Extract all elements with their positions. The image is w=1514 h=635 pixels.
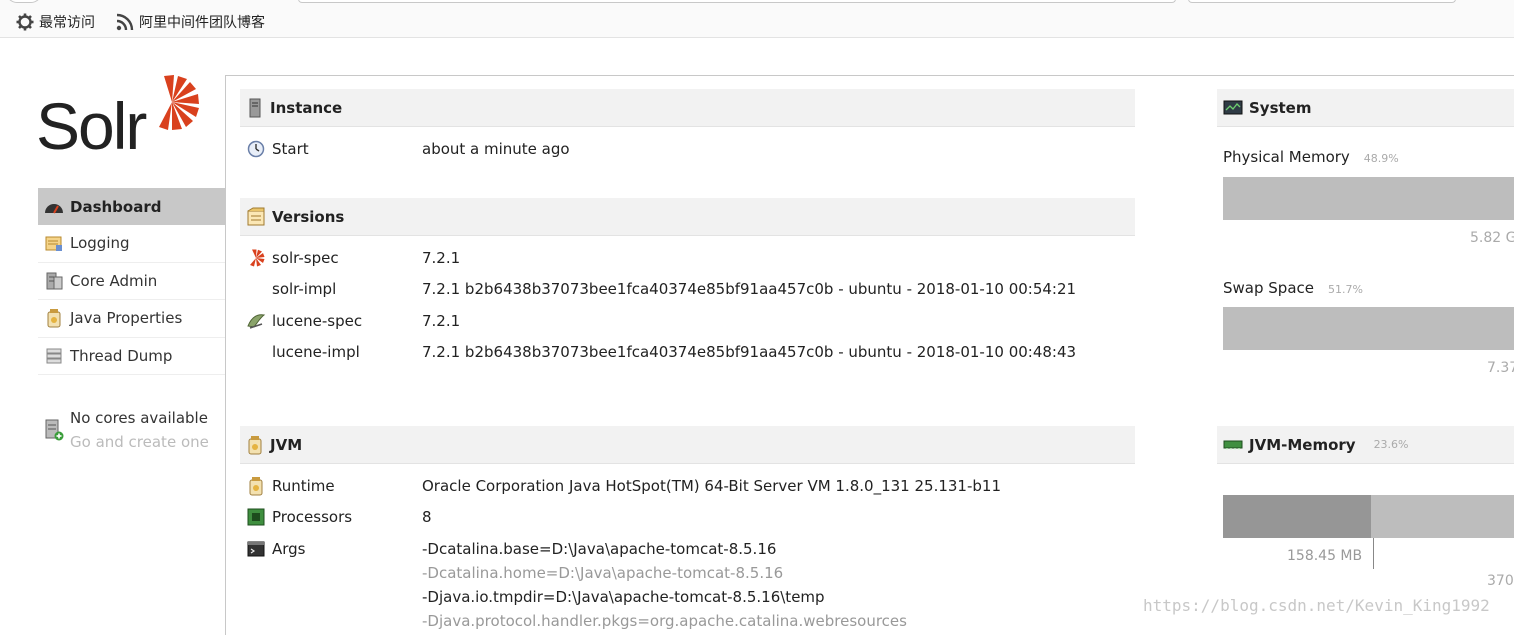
physical-memory-total: 5.82 G (1470, 230, 1514, 246)
start-label: Start (272, 140, 309, 158)
physical-memory-percent: 48.9% (1363, 152, 1399, 165)
server-icon (246, 98, 264, 118)
search-bar-stub[interactable] (1188, 0, 1456, 3)
version-row: solr-spec 7.2.1 (246, 246, 460, 270)
logo-text: Solr (36, 89, 147, 163)
bookmark-ali-blog[interactable]: 阿里中间件团队博客 (116, 12, 265, 32)
lucene-icon (246, 311, 266, 331)
jvm-memory-used: 158.45 MB (1287, 548, 1363, 564)
java-properties-icon (44, 308, 64, 328)
solr-logo[interactable]: Solr (36, 74, 206, 163)
version-value: 7.2.1 (422, 249, 461, 267)
no-cores-title: No cores available (70, 409, 208, 427)
versions-icon (246, 207, 266, 227)
monitor-icon (1223, 100, 1243, 116)
sidebar-item-label: Core Admin (70, 271, 158, 290)
instance-header: Instance (240, 89, 1135, 127)
no-cores-notice: No cores available Go and create one (44, 406, 209, 454)
start-value: about a minute ago (422, 140, 570, 158)
sidebar-item-label: Java Properties (70, 309, 183, 328)
bookmark-label: 阿里中间件团队博客 (139, 15, 265, 31)
jvm-memory-percent: 23.6% (1373, 438, 1409, 451)
jvm-memory-bar (1223, 495, 1514, 538)
version-label: lucene-impl (272, 343, 360, 361)
bookmark-most-visited[interactable]: 最常访问 (16, 12, 95, 32)
terminal-icon (246, 539, 266, 559)
system-header: System (1217, 89, 1514, 127)
url-bar-stub[interactable] (298, 0, 1176, 3)
arg-row: -Djava.protocol.handler.pkgs=org.apache.… (422, 609, 907, 633)
swap-space-bar (1223, 307, 1514, 350)
swap-space-label: Swap Space 51.7% (1223, 279, 1363, 297)
version-row: lucene-spec 7.2.1 (246, 309, 460, 333)
version-label: lucene-spec (272, 312, 363, 330)
core-admin-icon (44, 271, 64, 291)
sidebar-item-label: Dashboard (70, 197, 162, 216)
arg-value: -Djava.io.tmpdir=D:\Java\apache-tomcat-8… (422, 588, 825, 606)
sidebar-item-dashboard[interactable]: Dashboard (38, 188, 225, 225)
logging-icon (44, 233, 64, 253)
jvm-runtime-row: Runtime Oracle Corporation Java HotSpot(… (246, 474, 1001, 498)
jvm-memory-total: 370 (1487, 573, 1514, 589)
sidebar-item-logging[interactable]: Logging (38, 225, 225, 263)
dashboard-icon (44, 197, 64, 217)
versions-title: Versions (272, 207, 345, 226)
version-label: solr-spec (272, 249, 339, 267)
sidebar-nav: Dashboard Logging Core Admin Java Proper… (38, 188, 225, 375)
args-label: Args (272, 540, 306, 558)
jvm-processors-row: Processors 8 (246, 505, 432, 529)
jvm-memory-title: JVM-Memory (1249, 435, 1356, 454)
version-value: 7.2.1 (422, 312, 461, 330)
processors-label: Processors (272, 508, 353, 526)
version-row: lucene-impl 7.2.1 b2b6438b37073bee1fca40… (246, 340, 1076, 364)
arg-row: -Djava.io.tmpdir=D:\Java\apache-tomcat-8… (422, 585, 825, 609)
system-title: System (1249, 98, 1312, 117)
physical-memory-bar (1223, 177, 1514, 220)
versions-header: Versions (240, 198, 1135, 236)
processor-icon (246, 507, 266, 527)
rss-icon (116, 13, 134, 31)
sidebar-item-label: Logging (70, 234, 130, 253)
instance-start-row: Start about a minute ago (246, 137, 570, 161)
arg-row: -Dcatalina.home=D:\Java\apache-tomcat-8.… (422, 561, 783, 585)
jvm-title: JVM (270, 435, 303, 454)
version-value: 7.2.1 b2b6438b37073bee1fca40374e85bf91aa… (422, 280, 1077, 298)
runtime-value: Oracle Corporation Java HotSpot(TM) 64-B… (422, 477, 1001, 495)
create-core-link[interactable]: Go and create one (70, 430, 209, 454)
sidebar-item-thread-dump[interactable]: Thread Dump (38, 338, 225, 375)
clock-icon (246, 139, 266, 159)
watermark: https://blog.csdn.net/Kevin_King1992 (1143, 596, 1490, 615)
runtime-label: Runtime (272, 477, 335, 495)
jvm-memory-used-fill (1223, 495, 1372, 538)
bookmark-label: 最常访问 (39, 15, 95, 31)
physical-memory-label: Physical Memory 48.9% (1223, 148, 1399, 166)
jvm-memory-marker (1373, 538, 1374, 569)
arg-value: -Djava.protocol.handler.pkgs=org.apache.… (422, 612, 907, 630)
jvm-args-row: Args -Dcatalina.base=D:\Java\apache-tomc… (246, 537, 776, 561)
arg-value: -Dcatalina.home=D:\Java\apache-tomcat-8.… (422, 564, 784, 582)
swap-space-percent: 51.7% (1327, 283, 1363, 296)
version-row: solr-impl 7.2.1 b2b6438b37073bee1fca4037… (246, 277, 1076, 301)
server-add-icon (44, 418, 64, 454)
java-icon (246, 476, 266, 496)
bookmarks-bar: 最常访问 阿里中间件团队博客 (0, 0, 1514, 38)
version-label: solr-impl (272, 280, 337, 298)
sun-logo-icon (159, 75, 199, 130)
java-icon (246, 435, 264, 455)
sidebar-item-label: Thread Dump (70, 346, 173, 365)
solr-icon (246, 248, 266, 268)
version-value: 7.2.1 b2b6438b37073bee1fca40374e85bf91aa… (422, 343, 1077, 361)
thread-dump-icon (44, 346, 64, 366)
back-button-stub[interactable] (6, 0, 42, 3)
memory-chip-icon (1223, 439, 1243, 451)
sidebar-item-java-properties[interactable]: Java Properties (38, 300, 225, 338)
sidebar-item-core-admin[interactable]: Core Admin (38, 263, 225, 300)
swap-space-total: 7.37 (1487, 360, 1514, 376)
arg-value: -Dcatalina.base=D:\Java\apache-tomcat-8.… (422, 540, 777, 558)
instance-title: Instance (270, 98, 343, 117)
processors-value: 8 (422, 508, 432, 526)
jvm-header: JVM (240, 426, 1135, 464)
jvm-memory-header: JVM-Memory 23.6% (1217, 426, 1514, 464)
gear-icon (16, 13, 34, 31)
